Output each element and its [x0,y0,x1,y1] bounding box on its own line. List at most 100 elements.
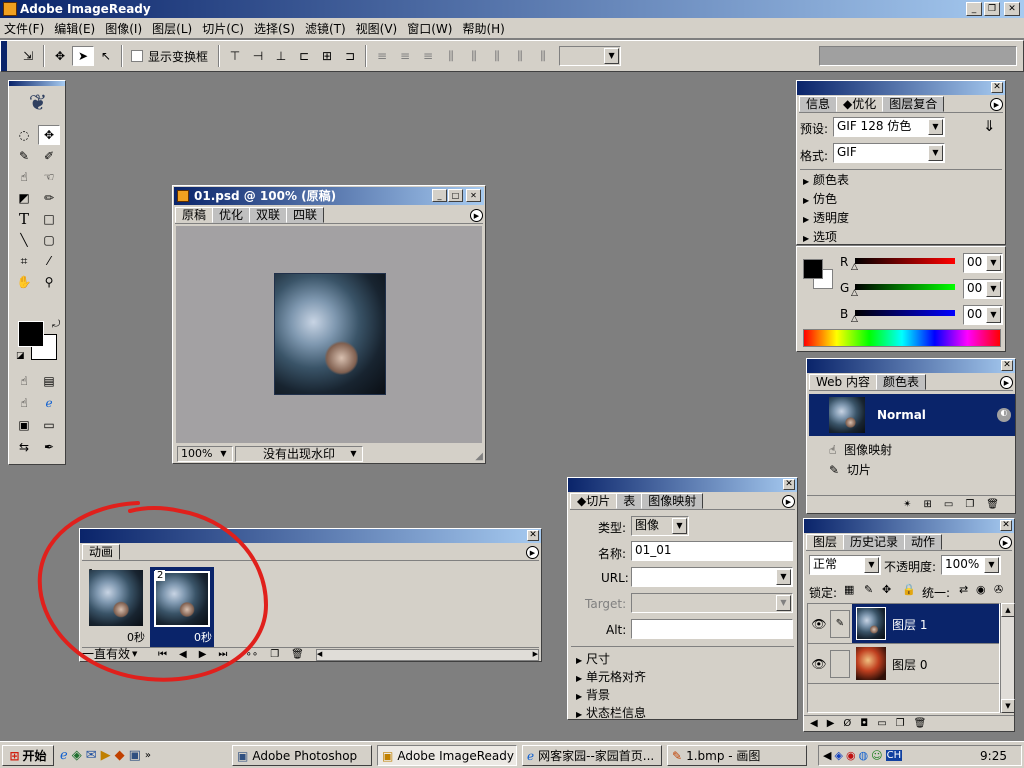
slice-icon[interactable]: ✎ [13,146,35,166]
opacity-input[interactable]: 100% ▼ [941,555,1001,575]
volume-icon[interactable]: ◀ [823,749,831,762]
trash-icon[interactable]: 🗑 [986,499,999,510]
swap-colors-icon[interactable]: ⤾ [52,319,60,330]
zoom-select[interactable]: 100% ▼ [177,446,233,462]
doc-close-button[interactable]: ✕ [466,189,481,202]
quick-launch-icon[interactable]: ◈ [72,748,82,763]
move-tool-icon[interactable]: ✥ [38,125,60,145]
tab-web-content[interactable]: Web 内容 [809,374,877,390]
type-icon[interactable]: T [13,209,35,229]
firewall-icon[interactable]: ◆ [115,748,125,763]
distribute-vcenter-icon[interactable]: ≡ [394,46,416,66]
g-slider[interactable] [855,284,955,290]
section-transparency[interactable]: ▶ 透明度 [803,209,849,226]
rectangle-icon[interactable]: □ [38,209,60,229]
url-input[interactable]: ▼ [631,567,793,587]
align-right-icon[interactable]: ⊐ [339,46,361,66]
optimize-menu-arrow-icon[interactable]: ▶ [990,98,1003,111]
trash-icon[interactable]: 🗑 [291,649,304,660]
slice-close-button[interactable]: ✕ [783,479,795,490]
menu-select[interactable]: 选择(S) [254,20,295,37]
lock-all-icon[interactable]: 🔒 [902,583,916,596]
tab-2up[interactable]: 双联 [249,207,288,223]
screen-mode-full-icon[interactable]: ▭ [38,415,60,435]
align-hcenter-icon[interactable]: ⊞ [316,46,338,66]
imagemap-select-icon[interactable]: ☜ [38,167,60,187]
menu-layer[interactable]: 图层(L) [152,20,192,37]
menu-filter[interactable]: 滤镜(T) [305,20,346,37]
brush-link-icon[interactable]: ✎ [830,610,850,638]
r-value[interactable]: 00 ▼ [963,253,1003,273]
new-set-icon[interactable]: ▭ [877,718,886,729]
tab-actions[interactable]: 动作 [904,534,943,550]
new-slice-icon[interactable]: ⊞ [923,499,931,510]
new-state-icon[interactable]: ▭ [944,499,953,510]
distribute-top-icon[interactable]: ≡ [371,46,393,66]
shield-icon[interactable]: ◈ [834,749,842,762]
tab-optimized[interactable]: 优化 [212,207,251,223]
optimize-close-button[interactable]: ✕ [991,82,1003,93]
options-dropdown[interactable]: ▼ [559,46,622,66]
crop-icon[interactable]: ⌗ [13,251,35,271]
scroll-down-button[interactable]: ▼ [1001,699,1015,713]
web-row-normal[interactable]: Normal ◐ [809,394,1015,436]
lasso-icon[interactable]: ◌ [13,125,35,145]
align-bottom-icon[interactable]: ⊥ [270,46,292,66]
outlook-icon[interactable]: ✉ [86,748,97,763]
color-spectrum-bar[interactable] [803,329,1001,347]
doc-minimize-button[interactable]: _ [432,189,447,202]
rounded-rect-icon[interactable]: ▢ [38,230,60,250]
layer-mask-icon[interactable]: ◘ [860,718,868,729]
eye-icon[interactable]: 👁 [811,616,827,632]
unify-style-icon[interactable]: ✇ [994,583,1003,596]
tab-layers[interactable]: 图层 [806,534,845,550]
distribute-space2-icon[interactable]: ⫼ [532,46,554,66]
section-dither[interactable]: ▶ 仿色 [803,190,837,207]
zoom-icon[interactable]: ⚲ [38,272,60,292]
edit-icon[interactable]: ✒ [38,437,60,457]
scroll-up-button[interactable]: ▲ [1001,603,1015,617]
layer-row-1[interactable]: 👁 ✎ 图层 1 [808,604,999,644]
imagemap-visibility-icon[interactable]: ☝ [13,371,35,391]
tab-original[interactable]: 原稿 [175,207,214,223]
ie-icon[interactable]: ℯ [60,748,68,763]
web-row-imagemap[interactable]: ☝ 图像映射 [829,441,892,458]
preview-browser-icon[interactable]: ℯ [38,393,60,413]
menu-view[interactable]: 视图(V) [356,20,398,37]
lock-image-icon[interactable]: ✎ [864,583,873,596]
tab-info[interactable]: 信息 [799,96,838,112]
tab-history[interactable]: 历史记录 [843,534,906,550]
r-slider[interactable] [855,258,955,264]
watermark-status[interactable]: 没有出现水印 ▼ [235,446,363,462]
task-imageready[interactable]: ▣ Adobe ImageReady [377,745,517,766]
messenger-icon[interactable]: ☺ [871,749,882,762]
antivirus-icon[interactable]: ◉ [846,749,856,762]
web-row-slices[interactable]: ✎ 切片 [829,461,871,478]
tab-slice[interactable]: ◆切片 [570,493,618,509]
g-value[interactable]: 00 ▼ [963,279,1003,299]
r-slider-thumb-icon[interactable]: △ [851,262,858,272]
name-input[interactable]: 01_01 [631,541,793,561]
default-colors-icon[interactable]: ◪ [16,351,25,361]
target-input[interactable]: ▼ [631,593,793,613]
type-select[interactable]: 图像 ▼ [631,516,689,536]
rollover-preview-icon[interactable]: ☝ [13,393,35,413]
minimize-button[interactable]: _ [966,2,982,16]
layer-row-0[interactable]: 👁 图层 0 [808,644,999,684]
unify-visibility-icon[interactable]: ◉ [976,583,986,596]
blend-mode-select[interactable]: 正常 ▼ [809,555,881,575]
line-icon[interactable]: ╲ [13,230,35,250]
trash-icon[interactable]: 🗑 [914,718,927,729]
color-fg-swatch[interactable] [803,259,823,279]
animation-scrollbar[interactable]: ◀ ▶ [315,648,539,661]
prev-state-icon[interactable]: ◀ [810,718,818,729]
g-slider-thumb-icon[interactable]: △ [851,288,858,298]
ime-icon[interactable]: CH [885,750,903,761]
task-paint[interactable]: ✎ 1.bmp - 画图 [667,745,807,766]
section-cell-alignment[interactable]: ▶ 单元格对齐 [576,668,646,685]
new-rollover-icon[interactable]: ✴ [903,499,911,510]
section-status-bar[interactable]: ▶ 状态栏信息 [576,704,646,721]
restore-button[interactable]: ❐ [984,2,1000,16]
eraser-icon[interactable]: ◩ [13,188,35,208]
move-slice-tool-icon[interactable]: ⇲ [17,46,39,66]
